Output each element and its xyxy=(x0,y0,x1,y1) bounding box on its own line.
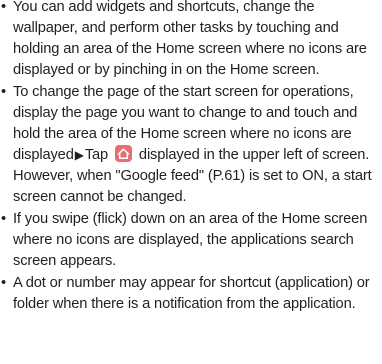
bullet: • xyxy=(1,275,6,291)
list-item: • You can add widgets and shortcuts, cha… xyxy=(0,0,376,81)
item-text: A dot or number may appear for shortcut … xyxy=(13,275,370,312)
list-item: • If you swipe (flick) down on an area o… xyxy=(0,209,376,272)
list-item: • A dot or number may appear for shortcu… xyxy=(0,273,376,315)
item-text: If you swipe (flick) down on an area of … xyxy=(13,211,368,269)
notes-bullet-list: • You can add widgets and shortcuts, cha… xyxy=(0,0,382,315)
home-icon xyxy=(114,145,132,162)
list-item: • To change the page of the start screen… xyxy=(0,82,376,208)
arrow-icon: ▶ xyxy=(74,148,84,162)
bullet: • xyxy=(1,84,6,100)
item-text: You can add widgets and shortcuts, chang… xyxy=(13,0,367,78)
bullet: • xyxy=(1,211,6,227)
item-text-tap: Tap xyxy=(84,147,109,163)
bullet: • xyxy=(1,0,6,15)
